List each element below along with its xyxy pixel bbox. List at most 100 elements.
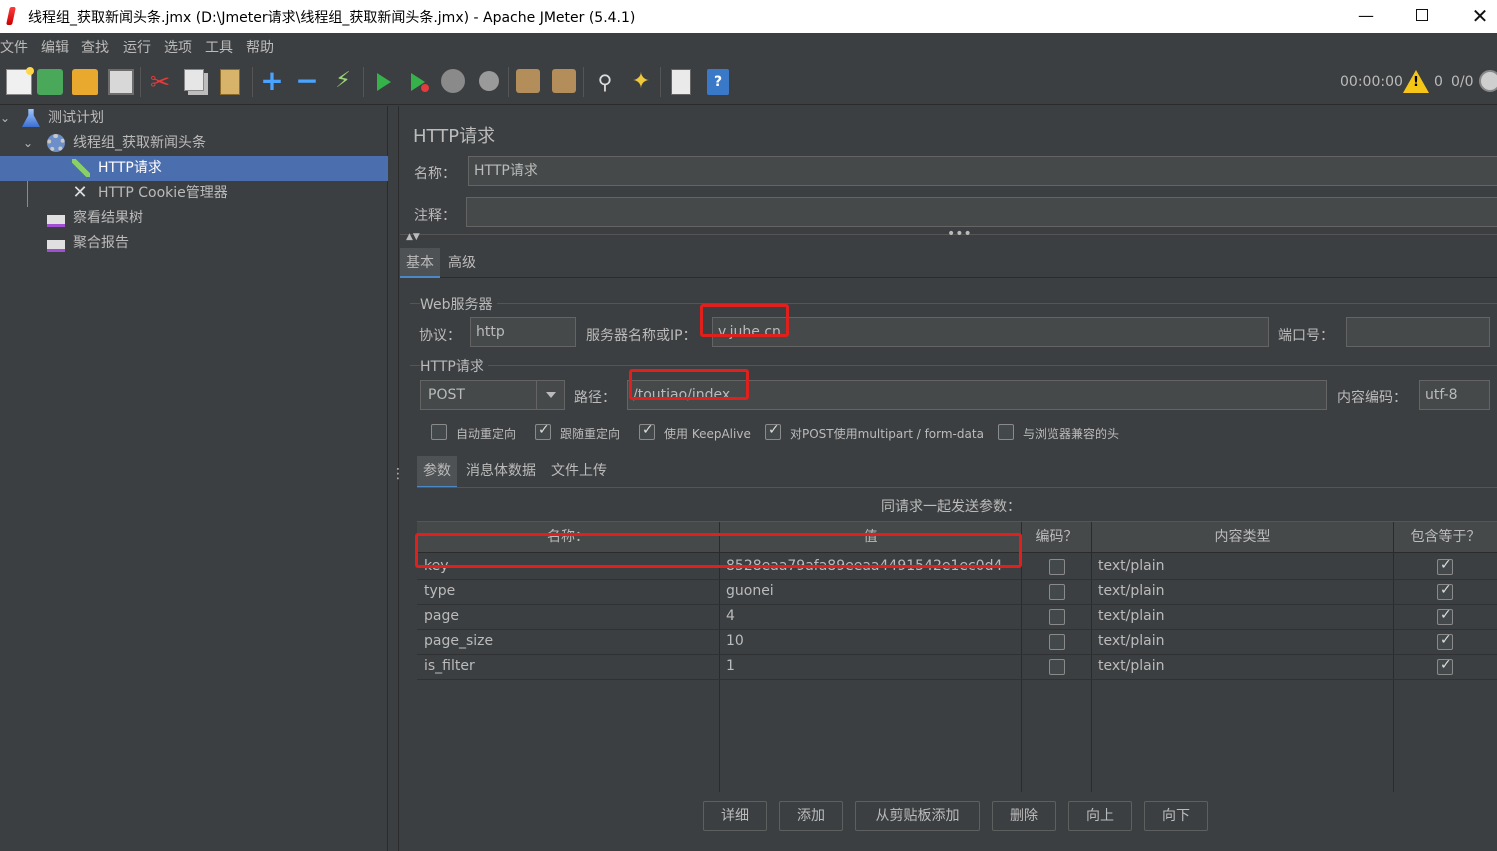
cut-icon[interactable]: ✂ — [147, 69, 173, 95]
start-icon[interactable] — [377, 73, 391, 91]
add-button[interactable]: 添加 — [779, 801, 843, 831]
panel-splitter[interactable]: ⋮ — [389, 106, 405, 851]
menu-file[interactable]: 文件 — [0, 37, 28, 57]
save-icon[interactable] — [108, 69, 134, 95]
encode-checkbox[interactable] — [1049, 609, 1065, 625]
encode-checkbox[interactable] — [1049, 659, 1065, 675]
search-icon[interactable]: ⚲ — [592, 69, 618, 95]
include-equals-checkbox[interactable] — [1437, 657, 1453, 675]
tree-item-http-request[interactable]: HTTP请求 — [0, 156, 388, 181]
web-server-group-title: Web服务器 — [420, 294, 497, 314]
collapse-bar[interactable]: ▲▼ ••• — [400, 226, 1497, 244]
param-value-cell[interactable]: 4 — [719, 604, 1019, 629]
help-icon[interactable]: ? — [707, 69, 729, 95]
include-equals-checkbox[interactable] — [1437, 557, 1453, 575]
chevron-down-icon[interactable]: ⌄ — [23, 131, 33, 156]
tab-file-upload[interactable]: 文件上传 — [545, 456, 613, 486]
shutdown-icon[interactable] — [479, 71, 499, 91]
name-label: 名称： — [414, 166, 456, 182]
toolbar-separator — [660, 67, 661, 97]
move-down-button[interactable]: 向下 — [1144, 801, 1208, 831]
chevron-down-icon[interactable]: ⌄ — [0, 106, 10, 131]
start-no-pause-icon[interactable] — [411, 73, 429, 92]
browser-headers-checkbox[interactable] — [998, 424, 1014, 440]
param-name-cell[interactable]: is_filter — [417, 654, 717, 679]
tree-item-aggregate-report[interactable]: 聚合报告 — [0, 231, 388, 256]
menu-help[interactable]: 帮助 — [246, 37, 274, 57]
menu-search[interactable]: 查找 — [81, 37, 109, 57]
include-equals-checkbox[interactable] — [1437, 582, 1453, 600]
elapsed-timer: 00:00:00 — [1340, 74, 1403, 90]
maximize-button[interactable] — [1400, 3, 1444, 29]
minimize-button[interactable]: — — [1344, 3, 1388, 29]
tab-body-data[interactable]: 消息体数据 — [460, 456, 542, 486]
chevron-down-icon[interactable] — [536, 381, 564, 409]
method-select[interactable]: POST — [420, 380, 565, 410]
keepalive-checkbox[interactable] — [639, 422, 655, 440]
protocol-field[interactable]: http — [470, 317, 576, 347]
multipart-checkbox[interactable] — [765, 422, 781, 440]
encode-checkbox[interactable] — [1049, 634, 1065, 650]
port-field[interactable] — [1346, 317, 1490, 347]
expand-icon[interactable]: + — [259, 67, 285, 95]
param-name-cell[interactable]: page — [417, 604, 717, 629]
close-button[interactable]: ✕ — [1458, 3, 1497, 29]
encode-checkbox[interactable] — [1049, 559, 1065, 575]
param-value-cell[interactable]: 1 — [719, 654, 1019, 679]
move-up-button[interactable]: 向上 — [1068, 801, 1132, 831]
comment-field[interactable] — [466, 197, 1497, 227]
menu-run[interactable]: 运行 — [123, 37, 151, 57]
jmeter-feather-icon — [6, 7, 16, 25]
param-name-cell[interactable]: type — [417, 579, 717, 604]
content-type-cell[interactable]: text/plain — [1091, 629, 1391, 654]
encode-checkbox[interactable] — [1049, 584, 1065, 600]
param-value-cell[interactable]: guonei — [719, 579, 1019, 604]
tree-item-test-plan[interactable]: ⌄ 测试计划 — [0, 106, 388, 131]
templates-icon[interactable] — [37, 69, 63, 95]
open-icon[interactable] — [72, 69, 98, 95]
tree-item-thread-group[interactable]: ⌄ 线程组_获取新闻头条 — [0, 131, 388, 156]
column-header-include-equals[interactable]: 包含等于？ — [1394, 522, 1497, 553]
include-equals-checkbox[interactable] — [1437, 632, 1453, 650]
column-header-encode[interactable]: 编码？ — [1022, 522, 1092, 553]
clear-icon[interactable] — [516, 69, 540, 93]
collapse-arrows-icon[interactable]: ▲▼ — [406, 232, 420, 242]
name-field[interactable]: HTTP请求 — [468, 156, 1497, 186]
tab-advanced[interactable]: 高级 — [442, 248, 482, 278]
new-icon[interactable] — [6, 67, 34, 95]
paste-icon[interactable] — [220, 69, 240, 95]
include-equals-checkbox[interactable] — [1437, 607, 1453, 625]
tab-basic[interactable]: 基本 — [400, 248, 440, 278]
delete-button[interactable]: 删除 — [992, 801, 1056, 831]
toolbar-separator — [140, 67, 141, 97]
param-value-cell[interactable]: 10 — [719, 629, 1019, 654]
column-header-content-type[interactable]: 内容类型 — [1092, 522, 1394, 553]
auto-redirect-checkbox[interactable] — [431, 424, 447, 440]
tab-parameters[interactable]: 参数 — [417, 456, 457, 488]
tree-item-view-results-tree[interactable]: 察看结果树 — [0, 206, 388, 231]
menu-options[interactable]: 选项 — [164, 37, 192, 57]
reset-search-icon[interactable]: ✦ — [628, 69, 654, 95]
tree-item-cookie-manager[interactable]: ✕ HTTP Cookie管理器 — [0, 181, 388, 206]
param-name-cell[interactable]: page_size — [417, 629, 717, 654]
content-type-cell[interactable]: text/plain — [1091, 604, 1391, 629]
menu-tools[interactable]: 工具 — [205, 37, 233, 57]
drag-handle-icon[interactable]: ••• — [947, 226, 972, 242]
add-from-clipboard-button[interactable]: 从剪贴板添加 — [855, 801, 980, 831]
stop-icon[interactable] — [441, 69, 465, 93]
content-type-cell[interactable]: text/plain — [1091, 654, 1391, 679]
detail-button[interactable]: 详细 — [703, 801, 767, 831]
encoding-field[interactable]: utf-8 — [1419, 380, 1490, 410]
clear-all-icon[interactable] — [552, 69, 576, 93]
collapse-icon[interactable]: − — [294, 67, 320, 95]
warning-icon[interactable]: ! — [1403, 70, 1429, 93]
tree-item-label: 聚合报告 — [73, 235, 129, 251]
toggle-icon[interactable]: ⚡ — [330, 69, 356, 95]
follow-redirect-checkbox[interactable] — [535, 422, 551, 440]
copy-icon[interactable] — [184, 69, 204, 91]
server-field[interactable]: v.juhe.cn — [712, 317, 1269, 347]
function-helper-icon[interactable] — [671, 69, 691, 95]
menu-edit[interactable]: 编辑 — [41, 37, 69, 57]
content-type-cell[interactable]: text/plain — [1091, 579, 1391, 604]
content-type-cell[interactable]: text/plain — [1091, 554, 1391, 579]
